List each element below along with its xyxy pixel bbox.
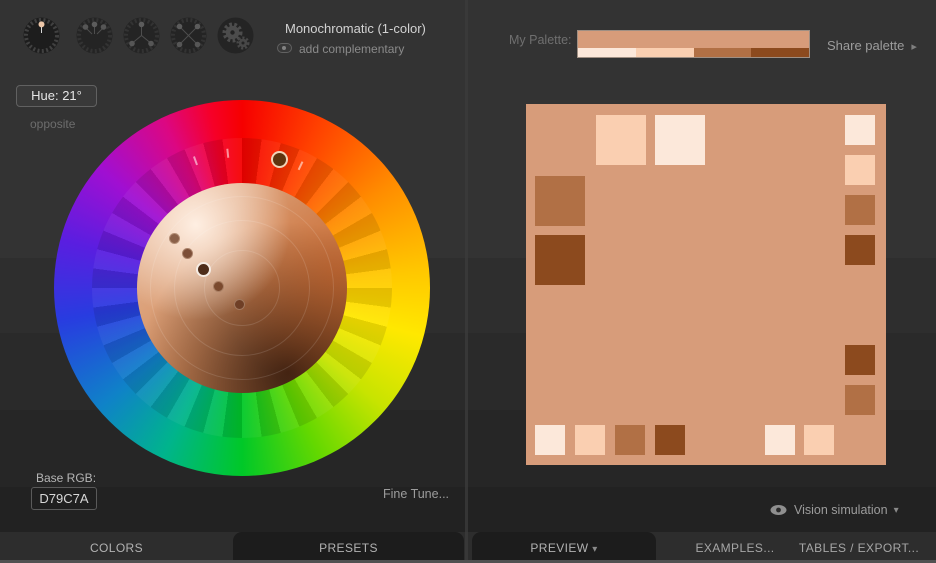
preview-swatch: [845, 385, 875, 415]
tab-tables-export[interactable]: TABLES / EXPORT...: [786, 541, 932, 555]
preview-swatch: [575, 425, 605, 455]
preview-swatch: [845, 195, 875, 225]
palette-shade-segment[interactable]: [636, 48, 694, 57]
share-palette-label: Share palette: [827, 38, 904, 53]
color-scheme-designer-app: Monochromatic (1-color) add complementar…: [0, 0, 936, 563]
preview-swatch: [655, 425, 685, 455]
vision-simulation-label: Vision simulation: [794, 503, 888, 517]
my-palette-strip[interactable]: [577, 30, 810, 58]
preview-swatch: [535, 235, 585, 285]
gears-icon: [217, 17, 254, 54]
scheme-tetrad-button[interactable]: [170, 17, 207, 54]
preview-swatch: [845, 155, 875, 185]
tab-presets-label[interactable]: PRESETS: [233, 541, 464, 555]
preview-swatch: [845, 235, 875, 265]
saturation-brightness-disk[interactable]: [137, 183, 347, 393]
preview-swatch: [535, 176, 585, 226]
base-rgb-label: Base RGB:: [36, 471, 96, 485]
preview-canvas: [526, 104, 886, 465]
tab-preview-label[interactable]: PREVIEW ▾: [472, 541, 656, 555]
palette-base-band: [578, 31, 809, 48]
preview-swatch: [765, 425, 795, 455]
preview-swatch: [845, 115, 875, 145]
panel-divider: [465, 0, 468, 560]
shade-marker-selected[interactable]: [196, 262, 211, 277]
chevron-down-icon: ▾: [894, 505, 899, 516]
tab-preview-text: PREVIEW: [530, 541, 588, 555]
add-complementary-label: add complementary: [299, 42, 404, 56]
preview-swatch: [615, 425, 645, 455]
adjacent-colors-dial-icon: [76, 17, 113, 54]
shade-marker[interactable]: [169, 233, 180, 244]
tab-colors[interactable]: COLORS: [0, 541, 233, 555]
scheme-title: Monochromatic (1-color): [285, 21, 426, 36]
chevron-down-icon: ▾: [592, 544, 597, 555]
preview-swatch: [596, 115, 646, 165]
triad-dial-icon: [123, 17, 160, 54]
chevron-right-icon: ▸: [911, 41, 917, 53]
shade-marker[interactable]: [213, 281, 224, 292]
base-rgb-input[interactable]: [31, 487, 97, 510]
scheme-freestyle-button[interactable]: [217, 17, 254, 54]
share-palette-link[interactable]: Share palette ▸: [827, 38, 917, 53]
scheme-triad-button[interactable]: [123, 17, 160, 54]
my-palette-label: My Palette:: [509, 33, 572, 47]
monochromatic-dial-icon: [23, 17, 60, 54]
scheme-adjacent-button[interactable]: [76, 17, 113, 54]
preview-swatch: [655, 115, 705, 165]
tetrad-dial-icon: [170, 17, 207, 54]
hue-value-button[interactable]: Hue: 21°: [16, 85, 97, 107]
preview-swatch: [535, 425, 565, 455]
palette-shade-segment[interactable]: [751, 48, 809, 57]
opposite-label[interactable]: opposite: [30, 117, 75, 131]
scheme-monochromatic-button[interactable]: [23, 17, 60, 54]
add-complementary-radio[interactable]: [277, 43, 292, 53]
hue-marker[interactable]: [271, 151, 288, 168]
preview-swatch: [804, 425, 834, 455]
palette-shades-band: [578, 48, 809, 57]
vision-simulation-control[interactable]: Vision simulation ▾: [770, 502, 899, 518]
palette-shade-segment[interactable]: [694, 48, 752, 57]
preview-swatch: [845, 345, 875, 375]
eye-icon: [770, 504, 787, 516]
shade-marker[interactable]: [182, 248, 193, 259]
fine-tune-link[interactable]: Fine Tune...: [383, 487, 449, 501]
shade-marker[interactable]: [234, 299, 245, 310]
palette-shade-segment[interactable]: [578, 48, 636, 57]
